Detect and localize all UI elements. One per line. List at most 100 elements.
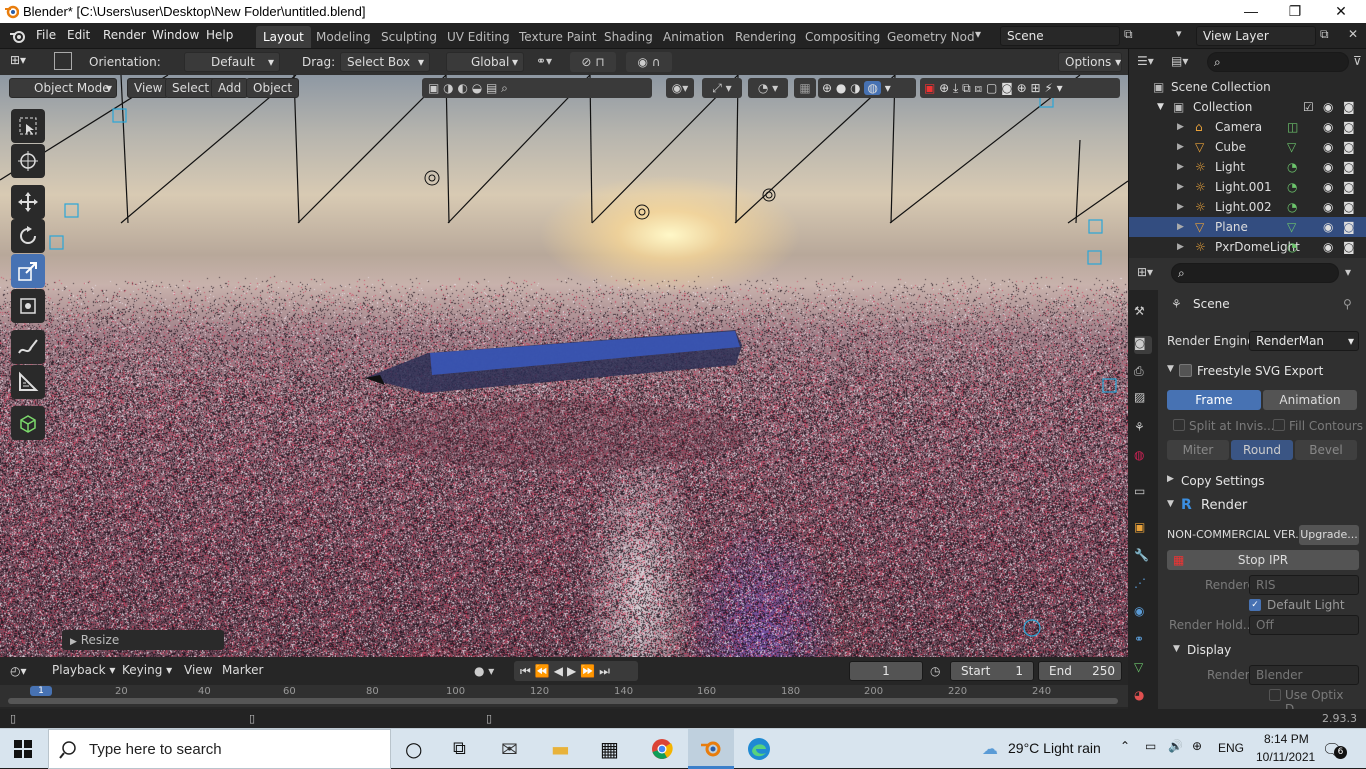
taskbar-search[interactable]: Type here to search [48,729,391,769]
close-button[interactable]: ✕ [1318,0,1364,23]
upgrade-button[interactable]: Upgrade... [1299,525,1359,545]
scale-tool[interactable] [11,254,45,288]
filter-icon[interactable]: ⊽ [1353,54,1362,68]
render-engine-dropdown[interactable]: RenderMan ▾ [1249,331,1359,351]
view-layer-tab-icon[interactable]: ▨ [1134,390,1152,408]
cursor-tool[interactable] [11,144,45,178]
fill-contours-checkbox[interactable] [1273,419,1285,431]
windows-start-icon[interactable] [14,740,32,758]
panel-expand-icon[interactable]: ▼ [1173,644,1180,654]
orientation-dropdown[interactable]: Default ▾ [184,52,280,72]
clock-date[interactable]: 10/11/2021 [1256,750,1315,764]
frame-button[interactable]: Frame [1167,390,1261,410]
timeline-editor-type-icon[interactable]: ◴▾ [10,664,27,678]
preview-range-icon[interactable]: ◷ [930,664,940,678]
drag-dropdown[interactable]: Select Box ▾ [340,52,430,72]
object-mode-dropdown[interactable]: Object Mode ▾ [9,78,117,98]
object-tab-icon[interactable]: ▣ [1134,520,1152,538]
cortana-icon[interactable]: ○ [405,737,422,761]
overlays-toggle-icon[interactable]: ◔ ▾ [748,78,788,98]
file-explorer-icon[interactable]: ▬ [551,737,570,761]
particles-tab-icon[interactable]: ⋰ [1134,576,1152,594]
render-camera-icon[interactable]: ◙ [1343,237,1355,257]
visibility-eye-icon[interactable]: ◉ [1323,197,1333,217]
collapse-arrow-icon[interactable]: ▼ [1157,97,1164,117]
panel-expand-icon[interactable]: ▼ [1167,499,1174,509]
tab-texture-paint[interactable]: Texture Paint [512,26,603,48]
select-menu[interactable]: Select [165,78,217,98]
display-mode-icon[interactable]: ▤▾ [1171,54,1188,68]
render-camera-icon[interactable]: ◙ [1343,157,1355,177]
visibility-eye-icon[interactable]: ◉ [1323,217,1333,237]
render-hold-dropdown[interactable]: Off [1249,615,1359,635]
split-invis-checkbox[interactable] [1173,419,1185,431]
modifier-tab-icon[interactable]: 🔧 [1134,548,1152,566]
menu-window[interactable]: Window [152,28,199,42]
visibility-icon[interactable]: ◉▾ [666,78,694,98]
outliner-search[interactable]: ⌕ [1207,52,1349,72]
remove-view-layer-icon[interactable]: ✕ [1348,27,1358,41]
auto-keying-icon[interactable]: ● ▾ [474,664,494,678]
object-data-icon[interactable]: ◔ [1287,157,1297,177]
copy-settings-label[interactable]: Copy Settings [1181,474,1264,488]
object-menu[interactable]: Object [246,78,300,98]
render-camera-icon[interactable]: ◙ [1343,97,1355,117]
renderer-dropdown[interactable]: RIS [1249,575,1359,595]
show-hidden-icons-icon[interactable]: ⌃ [1120,739,1130,753]
visibility-eye-icon[interactable]: ◉ [1323,117,1333,137]
tab-shading[interactable]: Shading [597,26,660,48]
rotate-tool[interactable] [11,219,45,253]
shading-mode-buttons[interactable]: ⊕ ● ◑ ◍ ▾ [818,78,916,98]
selection-mode-buttons[interactable]: ▣ ◑ ◐ ◒ ▤ ⌕ [422,78,652,98]
outliner-item-pxrdomelight[interactable]: ▶ ☼ PxrDomeLight ◔ ◉ ◙ [1129,237,1366,257]
tab-uv-editing[interactable]: UV Editing [440,26,517,48]
output-tab-icon[interactable]: ⎙ [1134,364,1152,382]
scene-browse-icon[interactable]: ▾ [975,27,981,41]
new-view-layer-icon[interactable]: ⧉ [1320,27,1329,42]
collection-tab-icon[interactable]: ▭ [1134,484,1152,502]
data-tab-icon[interactable]: ▽ [1134,660,1152,678]
use-optix-checkbox[interactable] [1269,689,1281,701]
playback-controls[interactable]: ⏮⏪◀▶⏩⏭ [514,661,638,681]
visibility-eye-icon[interactable]: ◉ [1323,237,1333,257]
menu-help[interactable]: Help [206,28,233,42]
renderman-toolbar[interactable]: ▣ ⊕ ⤓ ⧉ ⧈ ▢ ◙ ⊕ ⊞ ⚡ ▾ [920,78,1120,98]
expand-arrow-icon[interactable]: ▶ [1177,197,1184,217]
world-tab-icon[interactable]: ◍ [1134,448,1152,466]
notifications-button[interactable]: 🗨 6 [1322,738,1348,760]
start-frame-field[interactable]: Start 1 [950,661,1034,681]
transform-orientation-dropdown[interactable]: Global ▾ [446,52,524,72]
3d-viewport[interactable]: Object Mode ▾ View Select Add Object ▣ ◑ … [0,75,1128,657]
expand-arrow-icon[interactable]: ▶ [1177,217,1184,237]
animation-button[interactable]: Animation [1263,390,1357,410]
object-data-icon[interactable]: ◔ [1287,177,1297,197]
snap-icon[interactable]: ⊘ ⊓ [570,52,616,72]
tool-tab-icon[interactable]: ⚒ [1134,304,1152,322]
panel-collapse-icon[interactable]: ▶ [1167,474,1174,484]
properties-search[interactable]: ⌕ [1171,263,1339,283]
stop-ipr-button[interactable]: ▦ Stop IPR [1167,550,1359,570]
tab-compositing[interactable]: Compositing [798,26,887,48]
tab-modeling[interactable]: Modeling [309,26,378,48]
tab-rendering[interactable]: Rendering [728,26,803,48]
object-data-icon[interactable]: ▽ [1287,217,1296,237]
object-data-icon[interactable]: ◔ [1287,237,1297,257]
render-camera-icon[interactable]: ◙ [1343,117,1355,137]
render-tab-icon[interactable]: ◙ [1134,336,1152,354]
visibility-eye-icon[interactable]: ◉ [1323,97,1333,117]
properties-options-icon[interactable]: ▾ [1345,265,1351,279]
view-layer-selector[interactable]: View Layer [1196,26,1316,46]
weather-icon[interactable]: ☁ [982,739,998,758]
battery-icon[interactable]: ▭ [1145,739,1156,753]
exclude-checkbox[interactable]: ☑ [1303,97,1314,117]
outliner-editor-type-icon[interactable]: ☰▾ [1137,54,1154,68]
timeline-ruler[interactable]: 1 20 40 60 80 100 120 140 160 180 200 22… [0,685,1128,707]
gizmo-toggle-icon[interactable]: ⤢ ▾ [702,78,742,98]
xray-toggle-icon[interactable]: ▦ [794,78,816,98]
timeline-scrollbar[interactable] [8,698,1118,704]
visibility-eye-icon[interactable]: ◉ [1323,177,1333,197]
move-tool[interactable] [11,185,45,219]
outliner-item-light[interactable]: ▶ ☼ Light ◔ ◉ ◙ [1129,157,1366,177]
end-frame-field[interactable]: End 250 [1038,661,1122,681]
object-data-icon[interactable]: ◔ [1287,197,1297,217]
